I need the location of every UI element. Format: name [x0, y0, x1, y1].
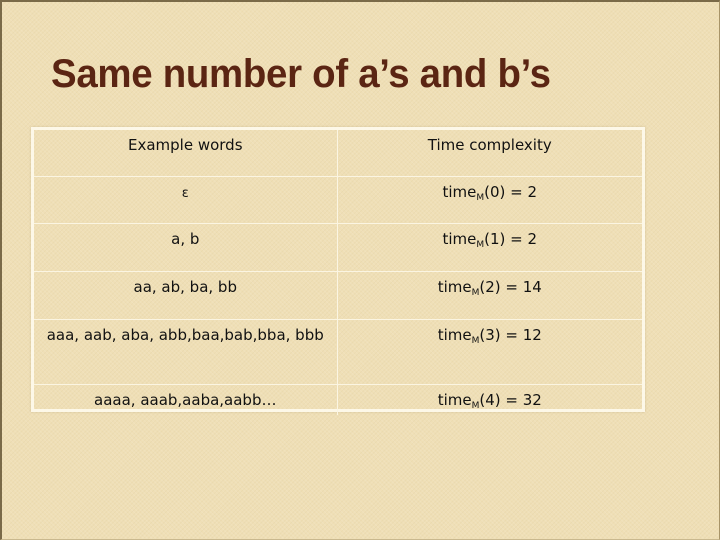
table-row: aa, ab, ba, bb timeM(2) = 14: [34, 271, 642, 320]
time-cell: timeM(0) = 2: [336, 176, 642, 224]
time-cell: timeM(3) = 12: [336, 319, 642, 385]
words-cell: aa, ab, ba, bb: [34, 271, 338, 320]
table-row: a, b timeM(1) = 2: [34, 223, 642, 272]
epsilon-symbol: ε: [181, 186, 189, 201]
time-cell: timeM(2) = 14: [336, 271, 642, 320]
words-cell: aaa, aab, aba, abb,baa,bab,bba, bbb: [34, 319, 338, 385]
time-cell: timeM(4) = 32: [336, 384, 642, 415]
time-cell: timeM(1) = 2: [336, 223, 642, 272]
complexity-table: Example words Time complexity ε timeM(0)…: [31, 127, 645, 415]
table-row: aaaa, aaab,aaba,aabb… timeM(4) = 32: [34, 384, 642, 415]
words-cell: a, b: [34, 223, 338, 272]
words-cell: aaaa, aaab,aaba,aabb…: [34, 384, 338, 415]
words-cell: ε: [34, 176, 338, 224]
header-time-complexity: Time complexity: [336, 130, 642, 177]
header-example-words: Example words: [34, 130, 338, 177]
slide-title: Same number of a’s and b’s: [51, 52, 551, 96]
table-row: ε timeM(0) = 2: [34, 176, 642, 224]
table-header-row: Example words Time complexity: [34, 130, 642, 177]
table-row: aaa, aab, aba, abb,baa,bab,bba, bbb time…: [34, 319, 642, 385]
